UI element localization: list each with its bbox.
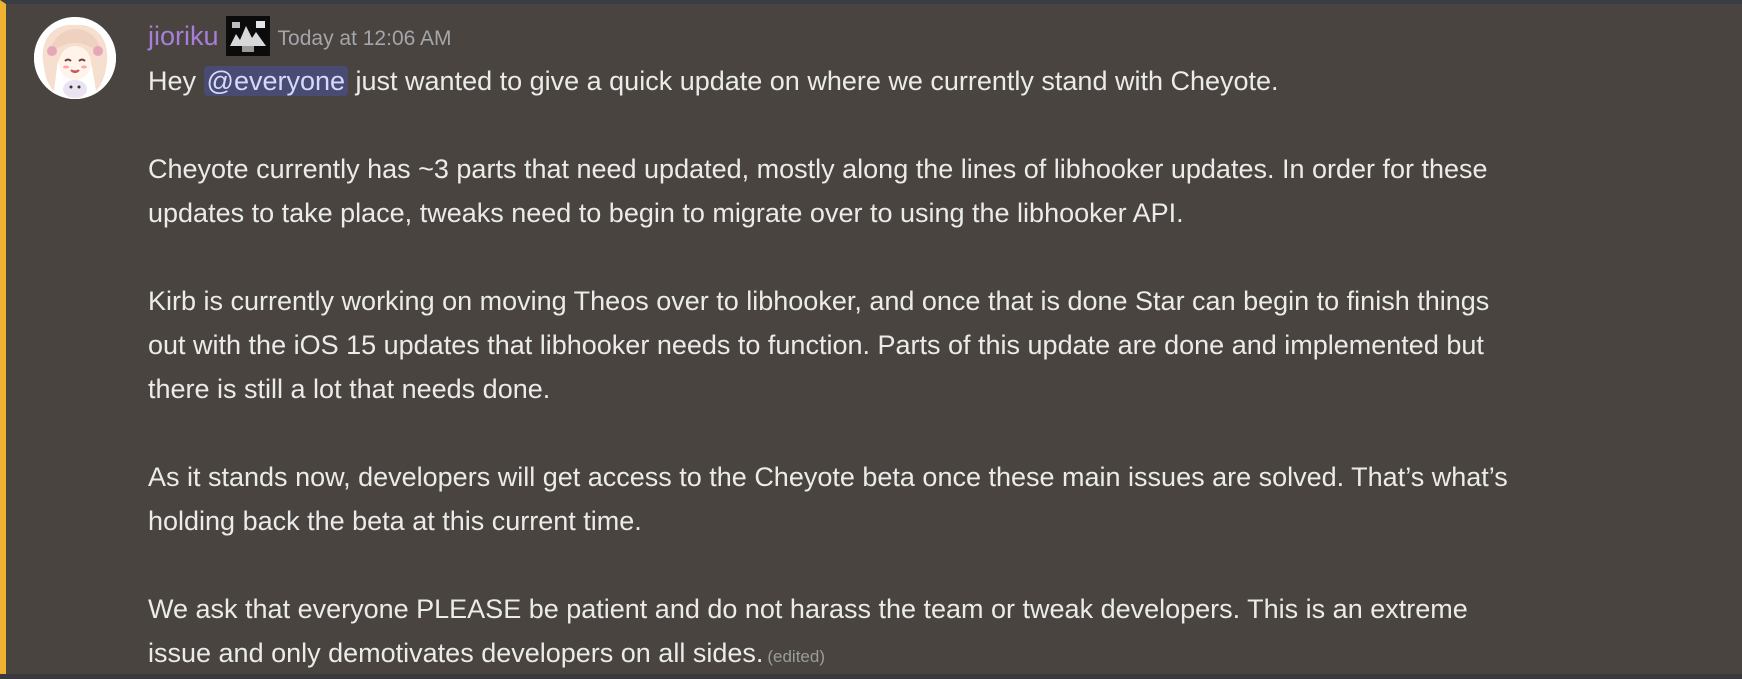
avatar[interactable] bbox=[34, 17, 116, 99]
edited-label: (edited) bbox=[767, 647, 825, 666]
message-content: Hey @everyone just wanted to give a quic… bbox=[148, 59, 1708, 679]
chat-message: jioriku Today at 12:06 AM Hey @everyone … bbox=[0, 0, 1742, 674]
text-line: We ask that everyone PLEASE be patient a… bbox=[148, 594, 1468, 624]
paragraph-5: We ask that everyone PLEASE be patient a… bbox=[148, 587, 1708, 679]
message-timestamp[interactable]: Today at 12:06 AM bbox=[278, 27, 452, 51]
anime-avatar-icon bbox=[34, 17, 116, 99]
paragraph-3: Kirb is currently working on moving Theo… bbox=[148, 279, 1708, 411]
text: just wanted to give a quick update on wh… bbox=[348, 66, 1279, 96]
text-line: there is still a lot that needs done. bbox=[148, 374, 551, 404]
text-line: As it stands now, developers will get ac… bbox=[148, 462, 1508, 492]
paragraph-2: Cheyote currently has ~3 parts that need… bbox=[148, 147, 1708, 235]
text-line: holding back the beta at this current ti… bbox=[148, 506, 642, 536]
paragraph-1: Hey @everyone just wanted to give a quic… bbox=[148, 59, 1708, 103]
text-line: Kirb is currently working on moving Theo… bbox=[148, 286, 1490, 316]
role-badge-icon[interactable] bbox=[225, 16, 270, 56]
text-line: issue and only demotivates developers on… bbox=[148, 638, 764, 668]
text-line: updates to take place, tweaks need to be… bbox=[148, 198, 1184, 228]
everyone-mention[interactable]: @everyone bbox=[203, 66, 349, 96]
paragraph-4: As it stands now, developers will get ac… bbox=[148, 455, 1708, 543]
text-line: Cheyote currently has ~3 parts that need… bbox=[148, 154, 1488, 184]
username[interactable]: jioriku bbox=[148, 21, 219, 52]
message-header: jioriku Today at 12:06 AM bbox=[148, 16, 451, 56]
text: Hey bbox=[148, 66, 204, 96]
text-line: out with the iOS 15 updates that libhook… bbox=[148, 330, 1484, 360]
